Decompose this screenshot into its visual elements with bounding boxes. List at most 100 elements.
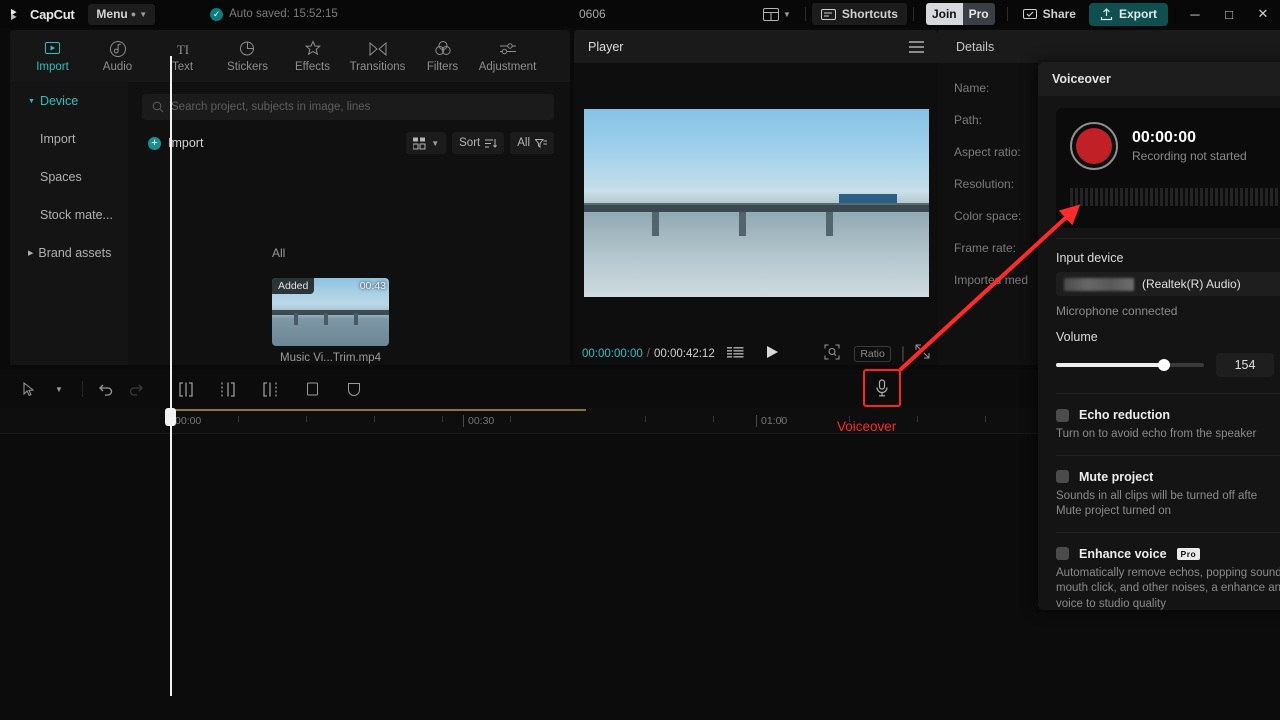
sidebar-item-import[interactable]: Import	[10, 120, 128, 158]
ratio-button[interactable]: Ratio	[854, 346, 891, 362]
total-timecode: 00:00:42:12	[653, 348, 715, 360]
capcut-logo-icon	[11, 8, 17, 20]
voiceover-dialog-title: Voiceover	[1038, 62, 1280, 96]
sidebar-item-spaces[interactable]: Spaces	[10, 158, 128, 196]
sidebar-item-label: Import	[40, 132, 76, 146]
record-dot-icon	[1076, 128, 1112, 164]
media-card[interactable]: Added 00:43 Music Vi...Trim.mp4	[272, 278, 389, 364]
recording-info: 00:00:00 Recording not started	[1132, 129, 1247, 163]
option-title: Mute project	[1079, 469, 1154, 484]
fullscreen-icon[interactable]	[915, 344, 930, 364]
tab-filters[interactable]: Filters	[410, 39, 475, 73]
media-filename: Music Vi...Trim.mp4	[280, 352, 381, 364]
sidebar-item-brand-assets[interactable]: ▶ Brand assets	[10, 234, 128, 272]
tab-audio[interactable]: Audio	[85, 39, 150, 73]
checkbox-enhance-voice[interactable]	[1056, 547, 1069, 561]
divider	[1056, 393, 1280, 394]
select-tool-dropdown-icon[interactable]: ▼	[44, 376, 74, 402]
divider	[1056, 454, 1280, 456]
option-echo-reduction[interactable]: Echo reduction Turn on to avoid echo fro…	[1038, 408, 1280, 443]
trim-right-button[interactable]	[255, 376, 285, 402]
search-placeholder: Search project, subjects in image, lines	[171, 101, 371, 113]
option-enhance-voice[interactable]: Enhance voice Pro Automatically remove e…	[1038, 547, 1280, 613]
option-description: Sounds in all clips will be turned off a…	[1056, 489, 1258, 518]
select-tool-icon[interactable]	[14, 376, 44, 402]
tab-adjustment[interactable]: Adjustment	[475, 39, 540, 73]
shortcuts-button[interactable]: Shortcuts	[811, 3, 907, 25]
zoom-fit-icon[interactable]	[824, 344, 840, 365]
tab-effects[interactable]: Effects	[280, 39, 345, 73]
sidebar-item-label: Device	[39, 94, 79, 108]
input-device-label: Input device	[1056, 251, 1124, 265]
app-logo: CapCut	[0, 7, 75, 22]
player-controls: 00:00:00:00 / 00:00:42:12 Ratio |	[574, 343, 938, 365]
minimize-button[interactable]: ─	[1178, 0, 1212, 28]
volume-value-input[interactable]: 154	[1216, 353, 1274, 377]
import-media-button[interactable]: + Import	[142, 131, 209, 155]
microphone-status: Microphone connected	[1056, 304, 1178, 318]
split-button[interactable]	[171, 376, 201, 402]
crop-button[interactable]	[297, 376, 327, 402]
tab-import[interactable]: Import	[20, 39, 85, 73]
menu-label: Menu	[96, 7, 128, 21]
pro-badge: Pro	[1176, 547, 1201, 560]
close-button[interactable]: ✕	[1246, 0, 1280, 28]
play-button[interactable]	[766, 345, 779, 364]
tab-text[interactable]: TI Text	[150, 39, 215, 74]
sidebar-item-stock-materials[interactable]: Stock mate...	[10, 196, 128, 234]
menu-button[interactable]: Menu ● ▼	[88, 3, 156, 25]
search-input[interactable]: Search project, subjects in image, lines	[142, 94, 554, 120]
sort-button[interactable]: Sort	[452, 132, 505, 154]
join-label: Join	[925, 3, 963, 25]
filter-button[interactable]: All	[510, 132, 554, 154]
frames-icon[interactable]	[726, 345, 744, 363]
view-mode-button[interactable]: ▼	[406, 132, 447, 154]
thumb-bridge	[272, 309, 389, 315]
volume-slider-knob[interactable]	[1158, 359, 1170, 371]
export-button[interactable]: Export	[1088, 2, 1168, 26]
sidebar-item-device[interactable]: ▼ Device	[10, 82, 128, 120]
volume-slider[interactable]	[1056, 359, 1204, 371]
option-mute-project[interactable]: Mute project Sounds in all clips will be…	[1038, 470, 1280, 520]
layout-icon	[763, 7, 779, 21]
trim-left-button[interactable]	[213, 376, 243, 402]
check-icon: ✓	[210, 7, 224, 21]
shield-button[interactable]	[339, 376, 369, 402]
title-bar: CapCut Menu ● ▼ ✓ Auto saved: 15:52:15 0…	[0, 0, 1280, 28]
effects-icon	[304, 39, 322, 58]
import-label: Import	[168, 136, 204, 150]
redo-button[interactable]	[121, 376, 151, 402]
record-button[interactable]	[1070, 122, 1118, 170]
voiceover-mic-button[interactable]	[863, 369, 901, 407]
recording-timer: 00:00:00	[1132, 129, 1197, 146]
undo-button[interactable]	[91, 376, 121, 402]
tab-stickers[interactable]: Stickers	[215, 39, 280, 73]
maximize-button[interactable]: □	[1212, 0, 1246, 28]
player-header: Player	[574, 30, 938, 63]
transitions-icon	[368, 39, 388, 58]
tab-strip: Import Audio TI Text Stickers Effects Tr…	[10, 30, 570, 82]
sort-label: Sort	[459, 137, 481, 149]
layout-button[interactable]: ▼	[755, 7, 799, 21]
tab-transitions[interactable]: Transitions	[345, 39, 410, 73]
titlebar-actions: ▼ Shortcuts Join Pro Share Export ─ □ ✕	[755, 0, 1280, 28]
preview-pier	[825, 212, 833, 237]
share-button[interactable]: Share	[1014, 3, 1085, 25]
join-pro-button[interactable]: Join Pro	[925, 3, 995, 25]
autosave-status: ✓ Auto saved: 15:52:15	[210, 7, 338, 21]
preview-pier	[738, 212, 746, 237]
left-nav: ▼ Device Import Spaces Stock mate... ▶ B…	[10, 82, 128, 365]
preview-pier	[651, 212, 659, 237]
filters-icon	[434, 39, 452, 58]
share-label: Share	[1042, 7, 1076, 21]
preview-bridge-deck	[583, 204, 929, 212]
playhead-line	[170, 56, 172, 696]
device-name: (Realtek(R) Audio)	[1142, 277, 1241, 291]
player-menu-icon[interactable]	[909, 40, 924, 53]
audio-waveform	[1070, 186, 1280, 206]
text-icon: TI	[173, 39, 193, 58]
tab-label: Text	[171, 61, 194, 73]
input-device-select[interactable]: (Realtek(R) Audio)	[1056, 272, 1280, 296]
checkbox-echo-reduction[interactable]	[1056, 408, 1069, 422]
checkbox-mute-project[interactable]	[1056, 470, 1069, 484]
